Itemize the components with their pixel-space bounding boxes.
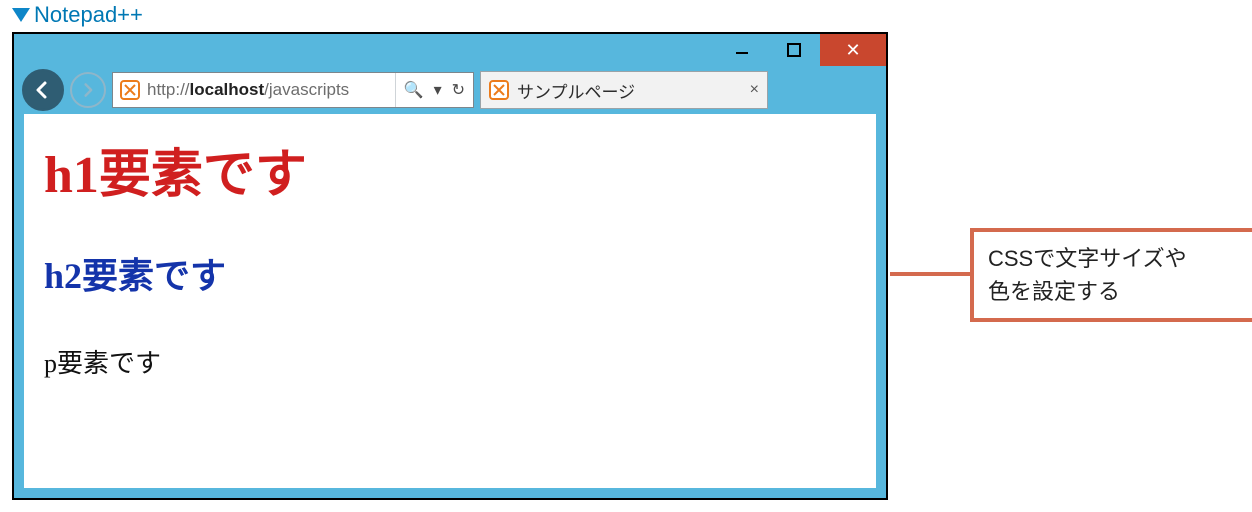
browser-tab[interactable]: サンプルページ × [480,71,768,109]
tab-title: サンプルページ [517,78,742,103]
sample-p: p要素です [44,343,856,380]
callout-leader-line [890,272,970,276]
callout-box: CSSで文字サイズや 色を設定する [970,228,1252,322]
sample-h1: h1要素です [44,132,856,207]
close-button[interactable]: ✕ [820,34,886,66]
callout-line1: CSSで文字サイズや [988,242,1248,275]
titlebar: ✕ [14,34,886,66]
tab-close-icon[interactable]: × [750,81,759,99]
browser-window: ✕ http://localhost/javascripts 🔍 ▾ [12,32,888,500]
back-button[interactable] [22,69,64,111]
url-scheme: http:// [147,80,190,99]
address-bar[interactable]: http://localhost/javascripts 🔍 ▾ ↻ [112,72,474,108]
triangle-down-icon [12,8,30,22]
minimize-button[interactable] [716,34,768,66]
url-host: localhost [190,80,265,99]
address-actions: 🔍 ▾ ↻ [395,73,473,107]
url-text: http://localhost/javascripts [147,80,395,100]
forward-button[interactable] [70,72,106,108]
url-path: /javascripts [264,80,349,99]
site-favicon-icon [113,80,147,100]
refresh-icon[interactable]: ↻ [452,80,465,100]
section-label-text: Notepad++ [34,2,143,28]
sample-h2: h2要素です [44,247,856,299]
close-icon: ✕ [845,40,860,61]
page-content: h1要素です h2要素です p要素です [24,114,876,488]
section-label: Notepad++ [12,2,143,28]
dropdown-icon[interactable]: ▾ [434,80,442,100]
search-icon[interactable]: 🔍 [404,80,424,100]
callout-line2: 色を設定する [988,275,1248,308]
maximize-button[interactable] [768,34,820,66]
nav-row: http://localhost/javascripts 🔍 ▾ ↻ サンプルペ… [14,66,886,114]
tab-favicon-icon [489,80,509,100]
